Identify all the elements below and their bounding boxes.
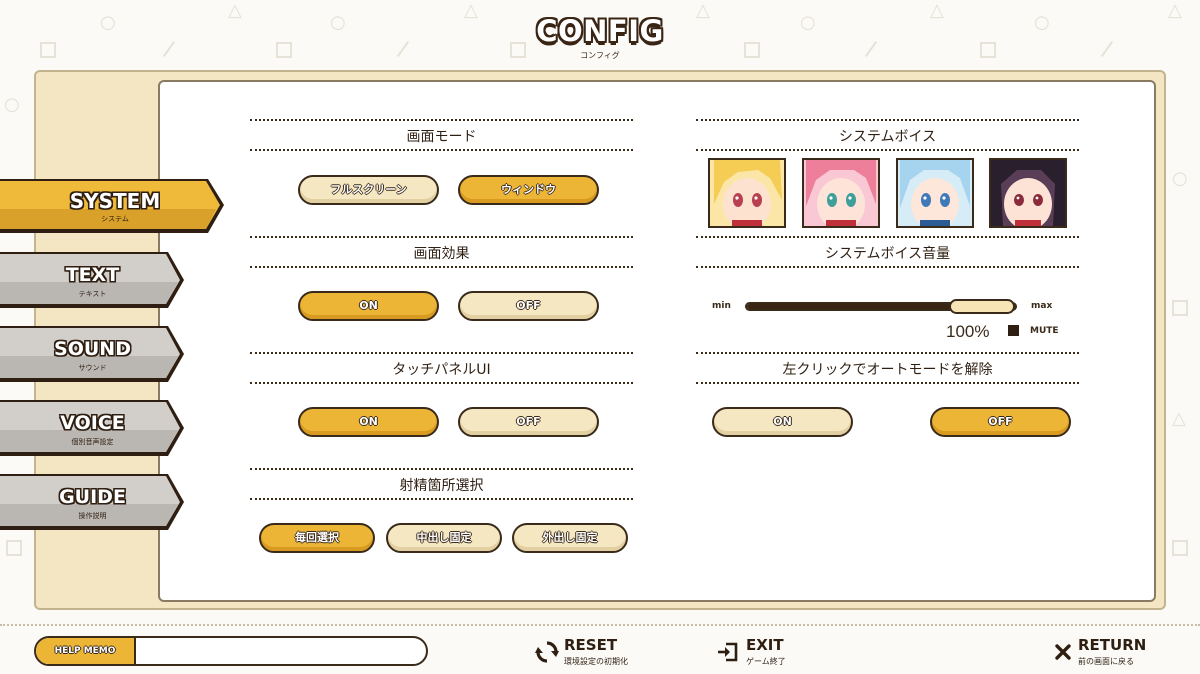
- outside-fixed-button[interactable]: 外出し固定: [512, 523, 628, 553]
- sidebar-item-sound[interactable]: SOUND サウンド: [0, 326, 185, 382]
- volume-slider[interactable]: [745, 299, 1017, 314]
- slider-max-label: max: [1031, 301, 1053, 311]
- fullscreen-button[interactable]: フルスクリーン: [298, 175, 439, 205]
- section-title: タッチパネルUI: [392, 362, 491, 378]
- screen-effect-on-button[interactable]: ON: [298, 291, 439, 321]
- section-header-left-click-auto: 左クリックでオートモードを解除: [696, 352, 1079, 384]
- touch-panel-off-button[interactable]: OFF: [458, 407, 599, 437]
- section-title: 射精箇所選択: [399, 478, 484, 494]
- sidebar-item-sublabel: 個別音声設定: [71, 438, 114, 446]
- close-icon: [1055, 644, 1071, 660]
- sidebar-item-system[interactable]: SYSTEM システム: [0, 177, 224, 233]
- section-header-system-voice-volume: システムボイス音量: [696, 236, 1079, 268]
- square-decoration: [6, 540, 22, 556]
- character-portrait-icon: [898, 160, 972, 226]
- inside-fixed-button[interactable]: 中出し固定: [386, 523, 502, 553]
- voice-character-blonde[interactable]: [708, 158, 786, 228]
- section-title: システムボイス: [838, 129, 937, 145]
- reset-label: RESET: [564, 636, 618, 654]
- slider-handle[interactable]: [949, 299, 1015, 314]
- section-title: 画面効果: [413, 246, 470, 262]
- slider-min-label: min: [712, 301, 731, 311]
- section-header-touch-panel: タッチパネルUI: [250, 352, 633, 384]
- screen-effect-off-button[interactable]: OFF: [458, 291, 599, 321]
- volume-value: 100%: [946, 322, 990, 341]
- window-button[interactable]: ウィンドウ: [458, 175, 599, 205]
- page-subtitle: コンフィグ: [580, 51, 620, 60]
- return-button[interactable]: RETURN 前の画面に戻る: [1052, 636, 1162, 670]
- sidebar-item-label: VOICE: [60, 412, 125, 434]
- left-click-auto-off-button[interactable]: OFF: [930, 407, 1071, 437]
- voice-character-blue[interactable]: [896, 158, 974, 228]
- sidebar-item-guide[interactable]: GUIDE 操作説明: [0, 474, 185, 530]
- square-decoration: [1172, 300, 1188, 316]
- help-memo-label: HELP MEMO: [36, 638, 136, 664]
- triangle-decoration: △: [1172, 408, 1186, 429]
- reset-sublabel: 環境設定の初期化: [564, 657, 628, 666]
- voice-character-black[interactable]: [989, 158, 1067, 228]
- sidebar-item-voice[interactable]: VOICE 個別音声設定: [0, 400, 185, 456]
- left-click-auto-on-button[interactable]: ON: [712, 407, 853, 437]
- sidebar-item-label: SYSTEM: [69, 189, 161, 213]
- return-sublabel: 前の画面に戻る: [1078, 657, 1134, 666]
- circle-decoration: ○: [1172, 168, 1188, 189]
- character-portrait-icon: [804, 160, 878, 226]
- mute-label: MUTE: [1030, 326, 1059, 336]
- voice-character-pink[interactable]: [802, 158, 880, 228]
- character-portrait-icon: [991, 160, 1065, 226]
- sidebar-item-label: GUIDE: [59, 486, 126, 508]
- section-header-screen-effect: 画面効果: [250, 236, 633, 268]
- slider-fill: [747, 304, 953, 309]
- section-title: システムボイス音量: [824, 246, 951, 262]
- circle-decoration: ○: [4, 94, 20, 115]
- sidebar-item-label: SOUND: [54, 338, 131, 360]
- section-header-ejaculation: 射精箇所選択: [250, 468, 633, 500]
- character-portrait-icon: [710, 160, 784, 226]
- section-header-system-voice: システムボイス: [696, 119, 1079, 151]
- exit-sublabel: ゲーム終了: [746, 657, 786, 666]
- section-title: 画面モード: [406, 129, 477, 145]
- touch-panel-on-button[interactable]: ON: [298, 407, 439, 437]
- section-title: 左クリックでオートモードを解除: [782, 362, 993, 378]
- sidebar-item-sublabel: システム: [101, 215, 129, 223]
- sidebar-item-sublabel: 操作説明: [78, 512, 107, 520]
- section-header-screen-mode: 画面モード: [250, 119, 633, 151]
- page-title: CONFIG: [536, 14, 664, 48]
- sidebar-item-label: TEXT: [65, 264, 120, 286]
- exit-icon: [718, 642, 738, 662]
- sidebar-item-sublabel: サウンド: [78, 364, 107, 372]
- return-label: RETURN: [1078, 636, 1147, 654]
- exit-button[interactable]: EXIT ゲーム終了: [716, 636, 806, 670]
- footer-divider: [0, 624, 1200, 626]
- reset-icon: [535, 641, 559, 663]
- exit-label: EXIT: [746, 636, 784, 654]
- select-every-time-button[interactable]: 毎回選択: [259, 523, 375, 553]
- square-decoration: [1172, 540, 1188, 556]
- sidebar-item-sublabel: テキスト: [78, 290, 107, 298]
- reset-button[interactable]: RESET 環境設定の初期化: [535, 636, 645, 670]
- mute-checkbox[interactable]: [1008, 325, 1019, 336]
- help-memo-box: HELP MEMO: [34, 636, 428, 666]
- sidebar-item-text[interactable]: TEXT テキスト: [0, 252, 185, 308]
